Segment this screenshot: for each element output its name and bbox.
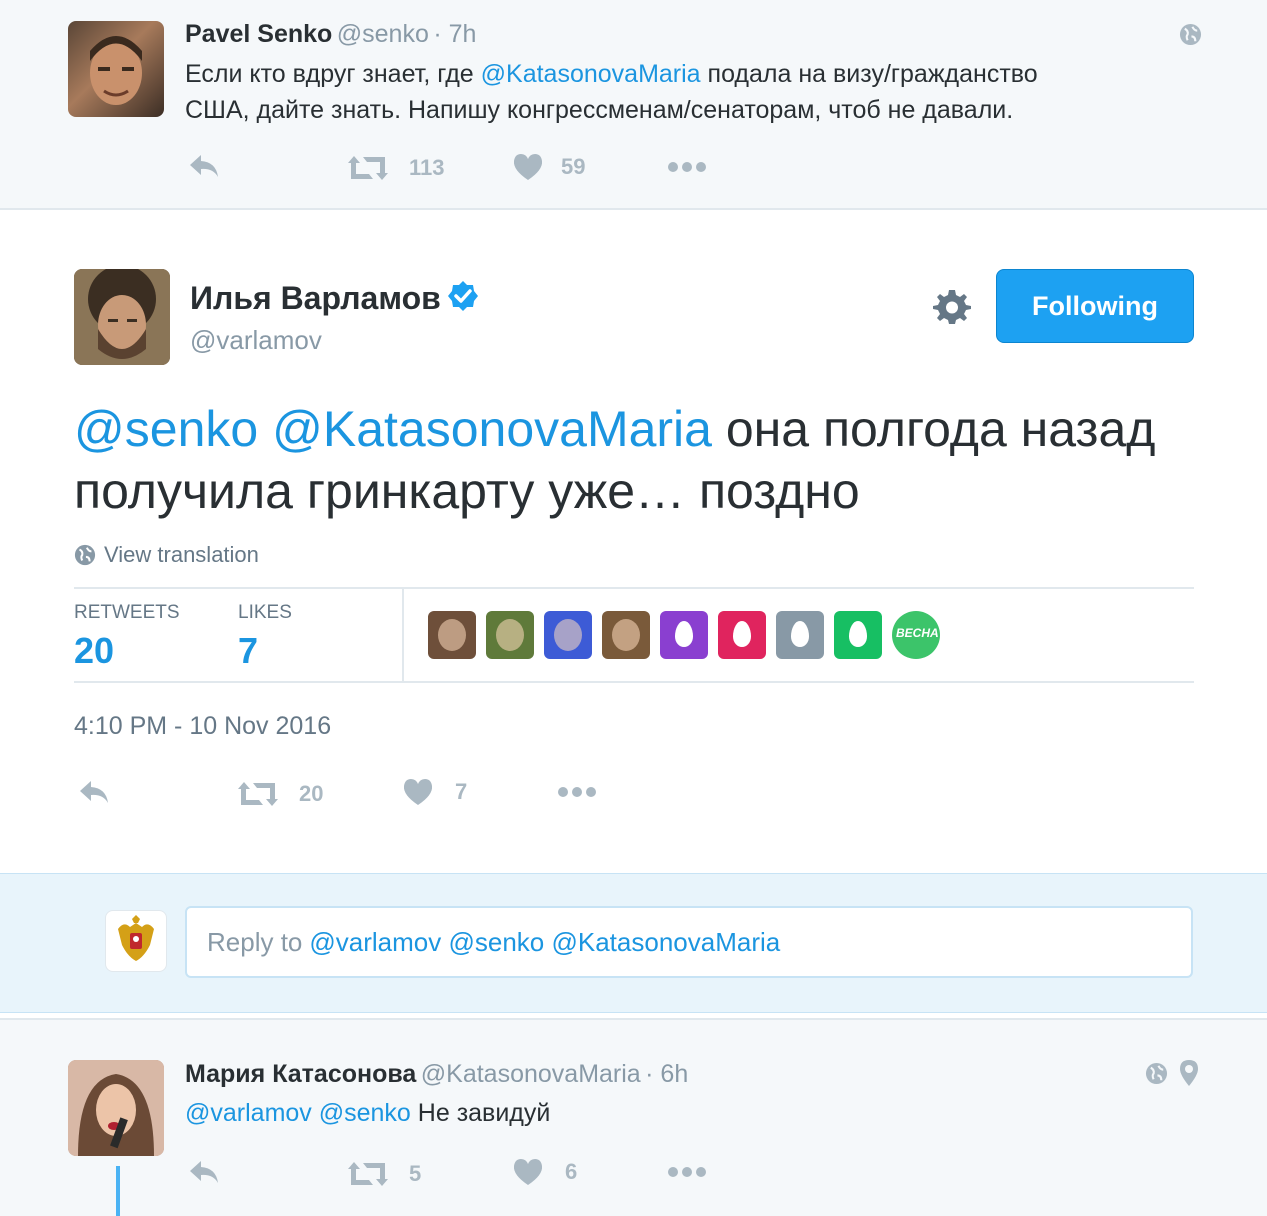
globe-icon xyxy=(1145,1062,1168,1090)
like-button[interactable]: 7 xyxy=(403,778,467,806)
mention-link[interactable]: @senko xyxy=(74,401,258,457)
more-button[interactable] xyxy=(667,161,707,173)
author-name[interactable]: Мария Катасонова xyxy=(185,1060,416,1088)
mention-link[interactable]: @KatasonovaMaria xyxy=(481,60,701,88)
author-name[interactable]: Pavel Senko xyxy=(185,20,332,48)
heart-icon xyxy=(513,1159,543,1185)
avatar-current-user[interactable] xyxy=(105,910,167,972)
retweet-icon xyxy=(348,156,388,180)
stats-divider-top xyxy=(74,587,1194,589)
like-button[interactable]: 6 xyxy=(513,1158,577,1186)
retweets-stat[interactable]: RETWEETS 20 xyxy=(74,602,180,672)
location-pin-icon xyxy=(1179,1059,1199,1092)
tweet-katasonova[interactable]: Мария Катасонова @KatasonovaMaria · 6h @… xyxy=(0,1018,1267,1216)
liker-avatar[interactable] xyxy=(718,611,766,659)
globe-icon xyxy=(74,544,96,566)
retweet-count: 5 xyxy=(409,1161,422,1186)
retweet-icon xyxy=(238,782,278,806)
heart-icon xyxy=(513,154,543,180)
reply-icon xyxy=(190,1161,218,1183)
stats-divider-vertical xyxy=(402,589,404,681)
tweet-text-line2: получила гринкарту уже… поздно xyxy=(74,463,860,519)
tweet-time[interactable]: · 7h xyxy=(433,20,476,48)
liker-avatar[interactable] xyxy=(428,611,476,659)
reply-button[interactable] xyxy=(187,152,221,180)
liker-avatar[interactable] xyxy=(544,611,592,659)
reply-icon xyxy=(80,781,108,803)
egg-icon xyxy=(675,621,693,647)
tweet-text-line1: @senko @KatasonovaMaria она полгода наза… xyxy=(74,401,1156,457)
coat-of-arms-icon xyxy=(118,915,154,961)
tweet-timestamp[interactable]: 4:10 PM - 10 Nov 2016 xyxy=(74,712,331,741)
mention-link[interactable]: @KatasonovaMaria xyxy=(272,401,712,457)
tweet-text: @varlamov @senko Не завидуй xyxy=(185,1099,551,1127)
author-name[interactable]: Илья Варламов xyxy=(190,280,441,317)
gear-icon[interactable] xyxy=(933,288,971,331)
reply-button[interactable] xyxy=(187,1158,221,1186)
retweet-button[interactable]: 113 xyxy=(347,154,445,182)
avatar-senko[interactable] xyxy=(68,21,164,117)
egg-icon xyxy=(733,621,751,647)
reply-composer: Reply to @varlamov @senko @KatasonovaMar… xyxy=(0,873,1267,1013)
more-button[interactable] xyxy=(667,1166,707,1178)
verified-badge-icon xyxy=(447,280,479,317)
tweet-text-line2: США, дайте знать. Напишу конгрессменам/с… xyxy=(185,96,1014,124)
thread-line xyxy=(116,1166,120,1216)
liker-avatar[interactable] xyxy=(602,611,650,659)
reply-button[interactable] xyxy=(77,778,111,806)
reply-input[interactable]: Reply to @varlamov @senko @KatasonovaMar… xyxy=(185,906,1193,978)
like-button[interactable]: 59 xyxy=(513,153,585,181)
tweet-text-line1: Если кто вдруг знает, где @KatasonovaMar… xyxy=(185,60,1038,88)
egg-icon xyxy=(849,621,867,647)
tweet-varlamov: Илья Варламов @varlamov Following @senko… xyxy=(0,210,1267,872)
like-count: 59 xyxy=(561,154,586,179)
heart-icon xyxy=(403,779,433,805)
stats-divider-bottom xyxy=(74,681,1194,683)
avatar-katasonova[interactable] xyxy=(68,1060,164,1156)
likes-stat[interactable]: LIKES 7 xyxy=(238,602,292,672)
following-button[interactable]: Following xyxy=(996,269,1194,343)
liker-avatar[interactable] xyxy=(834,611,882,659)
retweet-icon xyxy=(348,1162,388,1186)
retweet-button[interactable]: 20 xyxy=(237,780,323,808)
like-count: 7 xyxy=(455,779,468,804)
more-button[interactable] xyxy=(557,786,597,798)
liker-badge-text: ВЕСНА xyxy=(896,626,939,640)
globe-icon xyxy=(1179,23,1202,51)
liker-avatars: ВЕСНА xyxy=(428,611,950,659)
liker-avatar[interactable] xyxy=(660,611,708,659)
liker-avatar[interactable] xyxy=(776,611,824,659)
author-handle[interactable]: @varlamov xyxy=(190,325,322,355)
tweet-senko[interactable]: Pavel Senko @senko · 7h Если кто вдруг з… xyxy=(0,0,1267,210)
egg-icon xyxy=(791,621,809,647)
tweet-time[interactable]: · 6h xyxy=(645,1060,688,1088)
liker-avatar[interactable] xyxy=(486,611,534,659)
retweet-button[interactable]: 5 xyxy=(347,1160,421,1188)
mention-link[interactable]: @senko xyxy=(319,1099,411,1127)
mention-link[interactable]: @varlamov xyxy=(185,1099,312,1127)
retweet-count: 20 xyxy=(299,781,324,806)
retweet-count: 113 xyxy=(409,155,445,180)
view-translation-link[interactable]: View translation xyxy=(74,542,259,568)
more-icon xyxy=(668,1167,706,1177)
more-icon xyxy=(668,162,706,172)
reply-mentions: @varlamov @senko @KatasonovaMaria xyxy=(309,926,781,957)
author-handle[interactable]: @KatasonovaMaria xyxy=(421,1060,641,1088)
like-count: 6 xyxy=(565,1159,578,1184)
more-icon xyxy=(558,787,596,797)
author-handle[interactable]: @senko xyxy=(337,20,429,48)
avatar-varlamov[interactable] xyxy=(74,269,170,365)
liker-avatar[interactable]: ВЕСНА xyxy=(892,611,940,659)
reply-icon xyxy=(190,155,218,177)
